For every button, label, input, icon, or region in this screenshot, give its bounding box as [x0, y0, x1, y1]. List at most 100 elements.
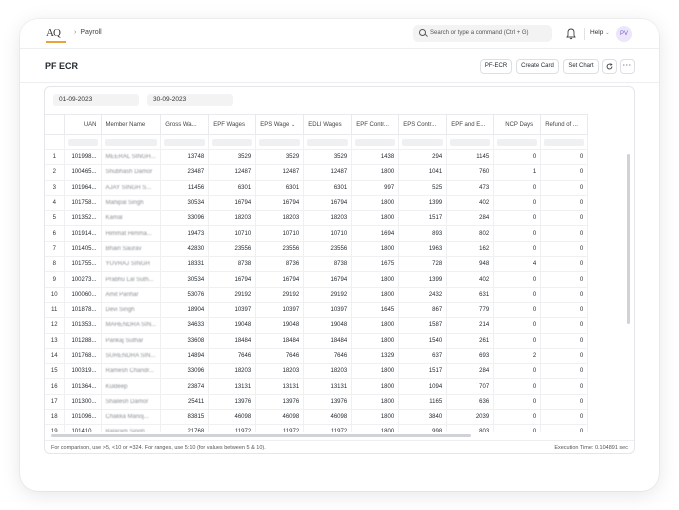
cell-member-name[interactable]: YUVRAJ SINGH: [101, 256, 162, 273]
cell-refund[interactable]: 0: [540, 394, 589, 411]
cell-ncp-days[interactable]: 0: [493, 363, 542, 380]
cell-epf-wages[interactable]: 8738: [208, 256, 257, 273]
cell-epf-contribution[interactable]: 1800: [351, 287, 400, 303]
cell-eps-wage[interactable]: 8736: [255, 256, 305, 273]
cell-epf-and-eps[interactable]: 779: [446, 302, 495, 319]
avatar[interactable]: PV: [616, 26, 632, 42]
cell-gross-wages[interactable]: 21768: [160, 424, 210, 432]
table-row[interactable]: 8 101755... YUVRAJ SINGH 18331 8738 8736 8738 1…: [45, 256, 589, 273]
cell-uan[interactable]: 101998...: [64, 149, 102, 166]
cell-ncp-days[interactable]: 0: [493, 149, 542, 166]
cell-refund[interactable]: 0: [540, 424, 589, 432]
cell-epf-and-eps[interactable]: 631: [446, 287, 495, 303]
cell-member-name[interactable]: Ramesh Chandr...: [101, 363, 162, 380]
cell-epf-wages[interactable]: 23556: [208, 241, 257, 258]
cell-member-name[interactable]: MEERAL SINGH...: [101, 149, 162, 166]
cell-ncp-days[interactable]: 0: [493, 317, 542, 334]
cell-refund[interactable]: 0: [540, 149, 589, 166]
filter-input[interactable]: [544, 138, 585, 146]
cell-member-name[interactable]: Shailesh Damor: [101, 394, 162, 411]
cell-gross-wages[interactable]: 13748: [160, 149, 210, 166]
cell-refund[interactable]: 0: [540, 378, 589, 395]
cell-edli-wages[interactable]: 18203: [303, 363, 353, 380]
cell-eps-wage[interactable]: 10710: [255, 225, 305, 242]
cell-edli-wages[interactable]: 11972: [303, 424, 353, 432]
cell-uan[interactable]: 101878...: [64, 302, 102, 319]
cell-epf-contribution[interactable]: 1800: [351, 378, 400, 395]
cell-uan[interactable]: 101353...: [64, 317, 102, 334]
cell-epf-wages[interactable]: 18484: [208, 333, 257, 349]
cell-edli-wages[interactable]: 10710: [303, 225, 353, 242]
column-header-refund[interactable]: Refund of ...: [540, 114, 589, 135]
filter-input[interactable]: [307, 138, 349, 146]
cell-eps-contribution[interactable]: 1094: [398, 378, 448, 395]
cell-edli-wages[interactable]: 6301: [303, 180, 353, 196]
cell-ncp-days[interactable]: 0: [493, 302, 542, 319]
cell-edli-wages[interactable]: 13131: [303, 378, 353, 395]
cell-ncp-days[interactable]: 4: [493, 256, 542, 273]
column-header-eps-contribution[interactable]: EPS Contr...: [398, 114, 448, 135]
cell-epf-wages[interactable]: 10397: [208, 302, 257, 319]
cell-member-name[interactable]: MAHENDRA SIN...: [101, 317, 162, 334]
cell-edli-wages[interactable]: 46098: [303, 409, 353, 426]
help-menu[interactable]: Help ⌄: [590, 29, 609, 36]
cell-refund[interactable]: 0: [540, 333, 589, 349]
table-row[interactable]: 11 101878... Devi Singh 18904 10397 10397 1039…: [45, 302, 589, 319]
cell-refund[interactable]: 0: [540, 195, 589, 212]
filter-cell[interactable]: [446, 134, 495, 150]
cell-eps-contribution[interactable]: 1540: [398, 333, 448, 349]
table-row[interactable]: 15 100319... Ramesh Chandr... 33096 18203 182…: [45, 363, 589, 380]
cell-epf-contribution[interactable]: 1800: [351, 363, 400, 380]
cell-gross-wages[interactable]: 30534: [160, 195, 210, 212]
cell-uan[interactable]: 101096...: [64, 409, 102, 426]
cell-uan[interactable]: 101410...: [64, 424, 102, 432]
table-row[interactable]: 18 101096... Chakka Manoj... 83815 46098 4609…: [45, 409, 589, 426]
cell-epf-wages[interactable]: 6301: [208, 180, 257, 196]
create-card-button[interactable]: Create Card: [516, 59, 559, 74]
filter-input[interactable]: [212, 138, 253, 146]
cell-epf-wages[interactable]: 16794: [208, 271, 257, 288]
cell-eps-wage[interactable]: 13131: [255, 378, 305, 395]
table-row[interactable]: 7 101405... Bhairi Saurav 42830 23556 23556 23…: [45, 241, 589, 258]
cell-ncp-days[interactable]: 0: [493, 195, 542, 212]
cell-gross-wages[interactable]: 11456: [160, 180, 210, 196]
cell-epf-and-eps[interactable]: 636: [446, 394, 495, 411]
cell-member-name[interactable]: Devi Singh: [101, 302, 162, 319]
cell-gross-wages[interactable]: 34633: [160, 317, 210, 334]
cell-member-name[interactable]: Kuldeep: [101, 378, 162, 395]
cell-refund[interactable]: 0: [540, 271, 589, 288]
cell-refund[interactable]: 0: [540, 256, 589, 273]
cell-epf-contribution[interactable]: 1645: [351, 302, 400, 319]
set-chart-button[interactable]: Set Chart: [563, 59, 599, 74]
cell-edli-wages[interactable]: 23556: [303, 241, 353, 258]
filter-input[interactable]: [402, 138, 444, 146]
cell-uan[interactable]: 100273...: [64, 271, 102, 288]
cell-eps-wage[interactable]: 3529: [255, 149, 305, 166]
cell-eps-contribution[interactable]: 1587: [398, 317, 448, 334]
cell-eps-wage[interactable]: 16794: [255, 271, 305, 288]
cell-uan[interactable]: 101352...: [64, 210, 102, 227]
cell-ncp-days[interactable]: 0: [493, 394, 542, 411]
cell-member-name[interactable]: Mahipal Singh: [101, 195, 162, 212]
cell-eps-wage[interactable]: 10397: [255, 302, 305, 319]
cell-eps-wage[interactable]: 7646: [255, 348, 305, 365]
cell-gross-wages[interactable]: 33096: [160, 210, 210, 227]
cell-gross-wages[interactable]: 33096: [160, 363, 210, 380]
cell-epf-contribution[interactable]: 1800: [351, 333, 400, 349]
filter-cell[interactable]: [160, 134, 210, 150]
filter-input[interactable]: [67, 138, 98, 146]
cell-ncp-days[interactable]: 0: [493, 424, 542, 432]
cell-epf-and-eps[interactable]: 284: [446, 363, 495, 380]
cell-uan[interactable]: 101405...: [64, 241, 102, 258]
cell-eps-contribution[interactable]: 294: [398, 149, 448, 166]
cell-epf-and-eps[interactable]: 402: [446, 271, 495, 288]
cell-epf-contribution[interactable]: 1800: [351, 409, 400, 426]
cell-epf-wages[interactable]: 13131: [208, 378, 257, 395]
cell-eps-wage[interactable]: 11972: [255, 424, 305, 432]
cell-refund[interactable]: 0: [540, 225, 589, 242]
cell-eps-wage[interactable]: 16794: [255, 195, 305, 212]
cell-ncp-days[interactable]: 0: [493, 409, 542, 426]
cell-ncp-days[interactable]: 2: [493, 348, 542, 365]
filter-input[interactable]: [497, 138, 538, 146]
cell-epf-contribution[interactable]: 1800: [351, 195, 400, 212]
